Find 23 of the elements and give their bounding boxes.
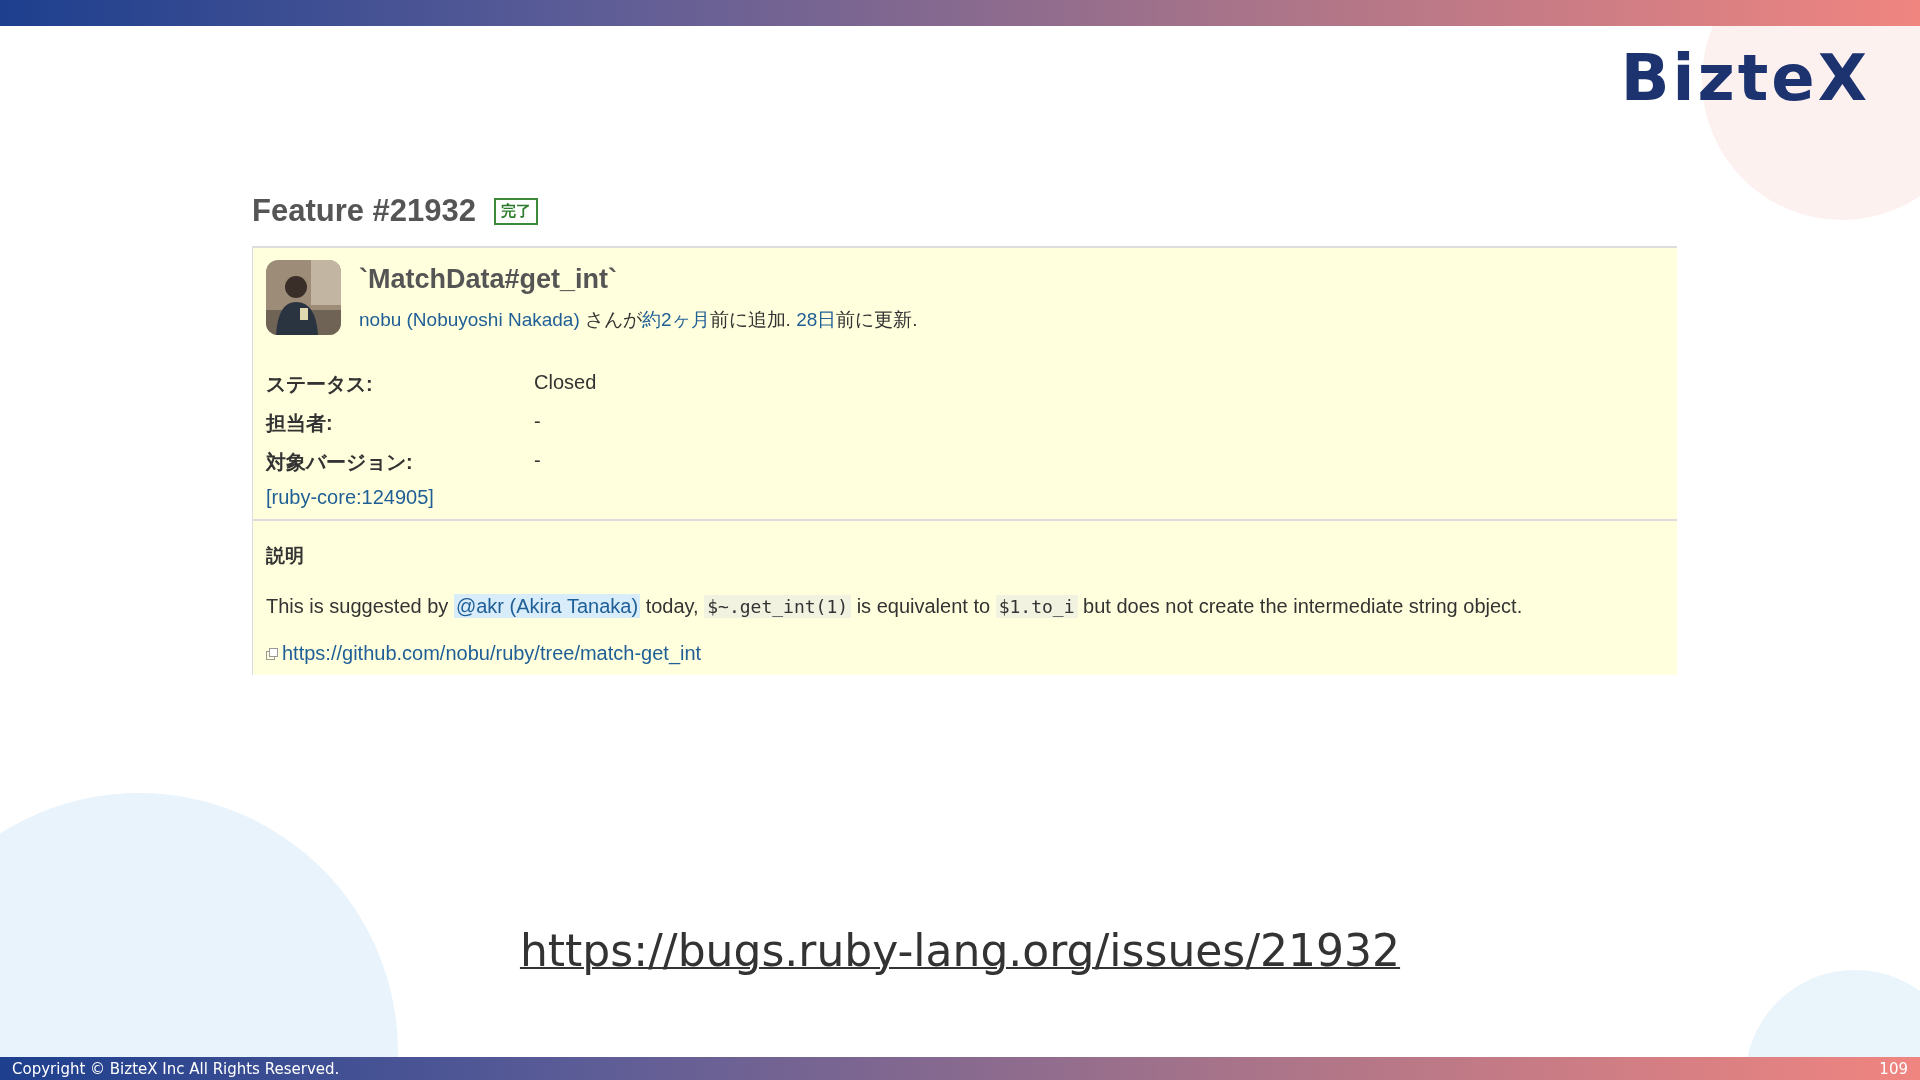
text-link[interactable]: nobu (Nobuyoshi Nakada) [359, 309, 580, 330]
page-number: 109 [1879, 1059, 1908, 1078]
copyright-text: Copyright © BizteX Inc All Rights Reserved. [12, 1059, 340, 1078]
text-link[interactable]: 28日 [796, 309, 837, 330]
attribute-value: - [534, 449, 542, 473]
issue-subject: `MatchData#get_int` [359, 264, 619, 295]
attribute-label: ステータス: [266, 372, 374, 397]
description-heading: 説明 [266, 544, 305, 568]
issue-heading: Feature #21932 [252, 193, 477, 229]
description-text: This is suggested by @akr (Akira Tanaka) today, $~.get_int(1) is equivalent to $1.to_i but does not create the intermediate string object. [266, 595, 1524, 618]
attribute-value: - [534, 410, 542, 434]
external-link-icon [266, 647, 278, 660]
author-line: nobu (Nobuyoshi Nakada) さんが約2ヶ月 前に追加. 28日前に更新. [359, 308, 918, 332]
attribute-label: 担当者: [266, 411, 334, 436]
status-badge: 完了 [494, 197, 539, 225]
logo: BizteX [1620, 46, 1870, 117]
issue-url-link[interactable]: https://bugs.ruby-lang.org/issues/21932 [519, 925, 1401, 976]
reference-link[interactable]: [ruby-core:124905] [266, 486, 434, 509]
attribute-value: Closed [534, 371, 598, 395]
user-mention-link[interactable]: @akr (Akira Tanaka) [453, 594, 641, 618]
attribute-label: 対象バージョン: [266, 450, 414, 475]
text-link[interactable]: 約2ヶ月 [642, 309, 710, 330]
external-link[interactable]: https://github.com/nobu/ruby/tree/match-get_int [282, 642, 702, 665]
